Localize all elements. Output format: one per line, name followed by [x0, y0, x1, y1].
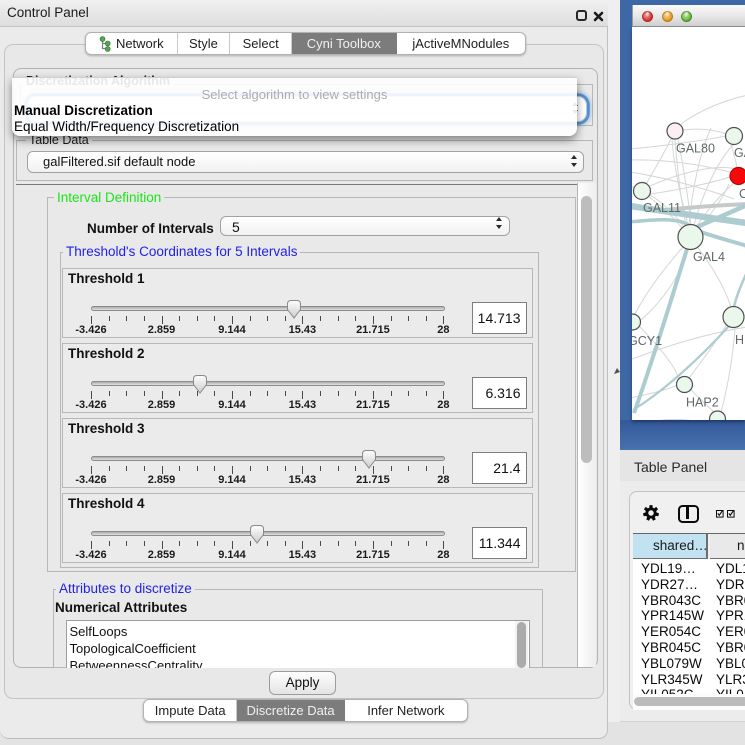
svg-text:GAL80: GAL80 [676, 142, 715, 156]
svg-text:GAL4: GAL4 [693, 250, 725, 264]
svg-text:C: C [739, 187, 745, 201]
svg-text:HI: HI [735, 333, 745, 347]
svg-text:GCY1: GCY1 [632, 334, 662, 348]
svg-text:GA: GA [734, 146, 745, 160]
svg-text:HAP2: HAP2 [686, 396, 719, 410]
svg-text:GAL11: GAL11 [643, 201, 681, 215]
